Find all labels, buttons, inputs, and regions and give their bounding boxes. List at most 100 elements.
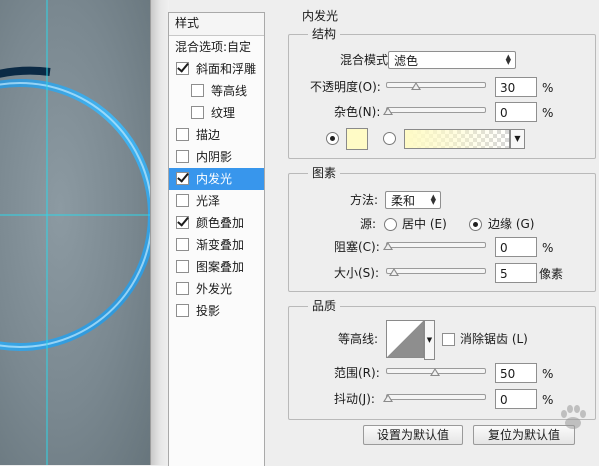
- percent-unit: %: [542, 81, 554, 95]
- document-canvas[interactable]: [0, 0, 150, 465]
- solid-color-radio[interactable]: [326, 132, 339, 145]
- bevel-emboss-checkbox[interactable]: [176, 62, 189, 75]
- panel-divider: [150, 0, 169, 465]
- range-slider-thumb[interactable]: [430, 368, 440, 376]
- blending-options-item[interactable]: 混合选项:自定: [169, 36, 264, 58]
- percent-unit: %: [542, 241, 554, 255]
- noise-label: 杂色(N):: [334, 105, 381, 119]
- source-center-radio[interactable]: [384, 218, 397, 231]
- source-edge-radio[interactable]: [469, 218, 482, 231]
- style-item-inner-glow[interactable]: 内发光: [169, 168, 264, 190]
- style-item-label: 等高线: [211, 84, 248, 98]
- style-item-label: 内阴影: [196, 150, 233, 164]
- opacity-label: 不透明度(O):: [310, 80, 381, 94]
- make-default-button[interactable]: 设置为默认值: [363, 425, 463, 445]
- style-item-drop-shadow[interactable]: 投影: [169, 300, 264, 322]
- jitter-slider[interactable]: [386, 394, 486, 400]
- satin-checkbox[interactable]: [176, 194, 189, 207]
- texture-checkbox[interactable]: [191, 106, 204, 119]
- size-input[interactable]: 5: [495, 263, 537, 283]
- style-item-label: 内发光: [196, 172, 233, 186]
- method-select[interactable]: 柔和 ▲ ▼: [385, 191, 441, 209]
- style-item-label: 外发光: [196, 282, 233, 296]
- glow-color-swatch[interactable]: [346, 128, 368, 150]
- quality-title: 品质: [308, 299, 341, 313]
- percent-unit: %: [542, 367, 554, 381]
- anti-alias-label: 消除锯齿 (L): [460, 332, 528, 346]
- contour-preview[interactable]: [386, 320, 424, 358]
- select-arrows-icon: ▲ ▼: [505, 53, 511, 66]
- drop-shadow-checkbox[interactable]: [176, 304, 189, 317]
- method-label: 方法:: [350, 193, 379, 207]
- style-item-label: 描边: [196, 128, 221, 142]
- opacity-slider-thumb[interactable]: [411, 82, 422, 90]
- blend-mode-select[interactable]: 滤色 ▲ ▼: [388, 51, 516, 69]
- style-item-gradient-overlay[interactable]: 渐变叠加: [169, 234, 264, 256]
- glow-gradient-picker[interactable]: [404, 129, 510, 149]
- range-label: 范围(R):: [334, 366, 380, 380]
- style-item-label: 光泽: [196, 194, 221, 208]
- style-item-label: 图案叠加: [196, 260, 245, 274]
- size-slider-thumb[interactable]: [389, 268, 399, 276]
- range-input[interactable]: 50: [495, 363, 537, 383]
- style-item-bevel-emboss[interactable]: 斜面和浮雕: [169, 58, 264, 80]
- source-center-label: 居中 (E): [402, 217, 447, 231]
- gradient-dropdown-icon[interactable]: ▼: [510, 129, 525, 149]
- outer-glow-checkbox[interactable]: [176, 282, 189, 295]
- size-slider[interactable]: [386, 268, 486, 274]
- gradient-overlay-checkbox[interactable]: [176, 238, 189, 251]
- color-overlay-checkbox[interactable]: [176, 216, 189, 229]
- opacity-input[interactable]: 30: [495, 77, 537, 97]
- choke-slider[interactable]: [386, 242, 486, 248]
- contour-checkbox[interactable]: [191, 84, 204, 97]
- jitter-input[interactable]: 0: [495, 389, 537, 409]
- watermark-paw-icon: [561, 405, 586, 429]
- opacity-slider[interactable]: [386, 82, 486, 88]
- inner-glow-checkbox[interactable]: [176, 172, 189, 185]
- choke-label: 阻塞(C):: [334, 240, 380, 254]
- source-label: 源:: [360, 217, 377, 231]
- style-item-color-overlay[interactable]: 颜色叠加: [169, 212, 264, 234]
- jitter-label: 抖动(J):: [334, 392, 375, 406]
- style-item-label: 斜面和浮雕: [196, 62, 257, 76]
- jitter-slider-thumb[interactable]: [383, 394, 393, 402]
- style-item-satin[interactable]: 光泽: [169, 190, 264, 212]
- stroke-checkbox[interactable]: [176, 128, 189, 141]
- select-arrows-icon: ▲ ▼: [430, 193, 436, 206]
- choke-slider-thumb[interactable]: [383, 242, 393, 250]
- style-item-outer-glow[interactable]: 外发光: [169, 278, 264, 300]
- gradient-radio[interactable]: [383, 132, 396, 145]
- pattern-overlay-checkbox[interactable]: [176, 260, 189, 273]
- method-value: 柔和: [391, 194, 416, 208]
- blend-mode-label: 混合模式:: [340, 53, 393, 67]
- noise-slider-thumb[interactable]: [383, 107, 393, 115]
- style-item-label: 投影: [196, 304, 221, 318]
- noise-input[interactable]: 0: [495, 102, 537, 122]
- style-item-stroke[interactable]: 描边: [169, 124, 264, 146]
- choke-input[interactable]: 0: [495, 237, 537, 257]
- inner-shadow-checkbox[interactable]: [176, 150, 189, 163]
- style-item-label: 纹理: [211, 106, 236, 120]
- source-edge-label: 边缘 (G): [488, 217, 535, 231]
- style-item-contour[interactable]: 等高线: [169, 80, 264, 102]
- style-item-texture[interactable]: 纹理: [169, 102, 264, 124]
- noise-slider[interactable]: [386, 107, 486, 113]
- contour-dropdown-icon[interactable]: ▼: [424, 320, 435, 360]
- contour-curve-icon: [387, 321, 423, 357]
- style-item-inner-shadow[interactable]: 内阴影: [169, 146, 264, 168]
- elements-title: 图素: [308, 166, 341, 180]
- percent-unit: %: [542, 393, 554, 407]
- size-label: 大小(S):: [334, 266, 380, 280]
- styles-title: 样式: [169, 13, 264, 36]
- style-item-label: 颜色叠加: [196, 216, 245, 230]
- section-title: 内发光: [302, 9, 339, 23]
- percent-unit: %: [542, 106, 554, 120]
- style-item-label: 渐变叠加: [196, 238, 245, 252]
- anti-alias-checkbox[interactable]: [442, 333, 455, 346]
- styles-list-panel: 样式 混合选项:自定 斜面和浮雕 等高线 纹理 描边 内阴影 内发光 光泽 颜色…: [168, 12, 265, 466]
- style-item-pattern-overlay[interactable]: 图案叠加: [169, 256, 264, 278]
- structure-title: 结构: [308, 27, 341, 41]
- size-unit: 像素: [539, 267, 564, 281]
- canvas-artwork: [0, 0, 150, 465]
- contour-label: 等高线:: [338, 332, 379, 346]
